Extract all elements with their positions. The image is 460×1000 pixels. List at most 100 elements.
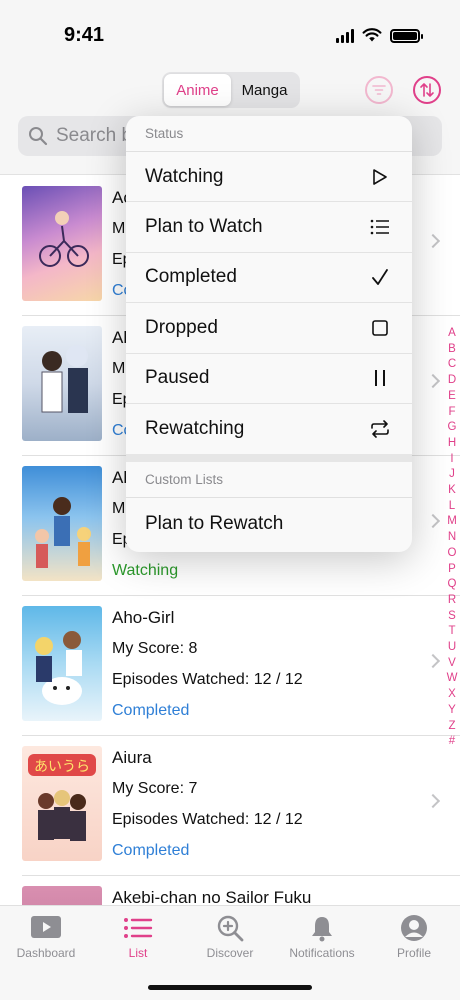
index-letter[interactable]: Z bbox=[448, 719, 455, 735]
item-title: Aho-Girl bbox=[112, 608, 175, 627]
repeat-icon bbox=[370, 419, 390, 439]
cover-image: あいうら bbox=[22, 746, 102, 861]
tab-label: Profile bbox=[396, 946, 431, 960]
item-episodes: Episodes Watched: 12 / 12 bbox=[112, 811, 303, 828]
index-letter[interactable]: B bbox=[448, 342, 456, 358]
menu-section-divider bbox=[126, 454, 412, 463]
menu-item-completed[interactable]: Completed bbox=[126, 253, 412, 304]
item-title: Al bbox=[112, 468, 128, 487]
tab-label: Discover bbox=[206, 946, 254, 960]
menu-item-label: Plan to Watch bbox=[145, 216, 263, 238]
index-letter[interactable]: E bbox=[448, 389, 456, 405]
index-letter[interactable]: G bbox=[448, 420, 457, 436]
index-letter[interactable]: X bbox=[448, 687, 456, 703]
index-letter[interactable]: F bbox=[448, 405, 455, 421]
bell-icon bbox=[312, 917, 332, 942]
svg-text:あいうら: あいうら bbox=[34, 759, 90, 775]
item-score: M bbox=[112, 500, 126, 517]
index-letter[interactable]: J bbox=[449, 467, 455, 483]
tab-label: List bbox=[128, 946, 148, 960]
tab-label: Dashboard bbox=[16, 946, 76, 960]
index-letter[interactable]: P bbox=[448, 562, 456, 578]
menu-item-paused[interactable]: Paused bbox=[126, 354, 412, 404]
profile-icon bbox=[401, 915, 427, 941]
square-icon bbox=[370, 318, 390, 338]
list-item[interactable]: Aho-Girl My Score: 8 Episodes Watched: 1… bbox=[22, 596, 460, 736]
index-letter[interactable]: H bbox=[448, 436, 456, 452]
item-score: M bbox=[112, 220, 126, 237]
menu-item-label: Paused bbox=[145, 367, 210, 389]
item-score: My Score: 7 bbox=[112, 780, 198, 797]
menu-item-label: Watching bbox=[145, 165, 224, 187]
checkmark-icon bbox=[370, 267, 390, 287]
list-icon bbox=[124, 918, 153, 938]
cover-image bbox=[22, 326, 102, 441]
battery-icon bbox=[390, 28, 423, 43]
index-letter[interactable]: M bbox=[447, 514, 457, 530]
index-letter[interactable]: # bbox=[449, 734, 455, 750]
menu-item-rewatching[interactable]: Rewatching bbox=[126, 404, 412, 454]
index-letter[interactable]: K bbox=[448, 483, 456, 499]
index-letter[interactable]: Q bbox=[448, 577, 457, 593]
menu-item-dropped[interactable]: Dropped bbox=[126, 303, 412, 354]
play-icon bbox=[370, 167, 390, 187]
chevron-right-icon bbox=[425, 233, 441, 249]
item-status: Completed bbox=[112, 702, 190, 719]
cover-image bbox=[22, 606, 102, 721]
index-letter[interactable]: D bbox=[448, 373, 456, 389]
status-icons bbox=[336, 28, 423, 43]
index-letter[interactable]: U bbox=[448, 640, 456, 656]
index-letter[interactable]: T bbox=[448, 624, 455, 640]
list-icon bbox=[370, 217, 390, 237]
filter-icon bbox=[372, 85, 386, 95]
search-icon bbox=[29, 127, 48, 146]
index-letter[interactable]: A bbox=[448, 326, 456, 342]
cover-image bbox=[22, 186, 102, 301]
status-dropdown-menu: Status Watching Plan to Watch Completed … bbox=[126, 116, 412, 552]
chevron-right-icon bbox=[425, 653, 441, 669]
wifi-icon bbox=[362, 28, 382, 42]
sort-button[interactable] bbox=[413, 76, 441, 104]
index-letter[interactable]: W bbox=[447, 671, 458, 687]
index-letter[interactable]: L bbox=[449, 499, 455, 515]
filter-button[interactable] bbox=[365, 76, 393, 104]
discover-icon bbox=[217, 915, 244, 942]
menu-item-watching[interactable]: Watching bbox=[126, 152, 412, 203]
tab-dashboard[interactable]: Dashboard bbox=[0, 906, 92, 1000]
menu-item-label: Dropped bbox=[145, 316, 218, 338]
index-letter[interactable]: V bbox=[448, 656, 456, 672]
index-letter[interactable]: R bbox=[448, 593, 456, 609]
tab-label: Notifications bbox=[289, 946, 355, 960]
menu-item-label: Plan to Rewatch bbox=[145, 512, 284, 534]
tab-profile[interactable]: Profile bbox=[368, 906, 460, 1000]
pause-icon bbox=[370, 368, 390, 388]
signal-icon bbox=[336, 28, 354, 43]
index-letter[interactable]: O bbox=[448, 546, 457, 562]
index-letter[interactable]: S bbox=[448, 609, 456, 625]
item-episodes: Episodes Watched: 12 / 12 bbox=[112, 671, 303, 688]
segment-manga[interactable]: Manga bbox=[231, 74, 298, 106]
index-letter[interactable]: I bbox=[450, 452, 453, 468]
status-time: 9:41 bbox=[64, 24, 105, 46]
item-score: M bbox=[112, 360, 126, 377]
index-letter[interactable]: Y bbox=[448, 703, 456, 719]
index-letter[interactable]: C bbox=[448, 357, 456, 373]
chevron-right-icon bbox=[425, 373, 441, 389]
list-item[interactable]: あいうら Aiura My Score: 7 Episodes Watched:… bbox=[22, 736, 460, 876]
index-letter[interactable]: N bbox=[448, 530, 456, 546]
media-type-segmented-control: Anime Manga bbox=[162, 72, 300, 108]
segment-anime[interactable]: Anime bbox=[164, 74, 231, 106]
item-status: Watching bbox=[112, 562, 179, 579]
item-title: Al bbox=[112, 328, 128, 347]
alphabet-index[interactable]: A B C D E F G H I J K L M N O P Q R S T U V W X Y Z # bbox=[444, 326, 460, 750]
item-status: Completed bbox=[112, 842, 190, 859]
menu-item-plan-to-rewatch[interactable]: Plan to Rewatch bbox=[126, 498, 412, 548]
status-bar: 9:41 bbox=[0, 0, 460, 70]
menu-item-plan-to-watch[interactable]: Plan to Watch bbox=[126, 202, 412, 253]
chevron-right-icon bbox=[425, 513, 441, 529]
chevron-right-icon bbox=[425, 793, 441, 809]
cover-image bbox=[22, 466, 102, 581]
item-score: My Score: 8 bbox=[112, 640, 198, 657]
menu-item-label: Rewatching bbox=[145, 418, 245, 440]
item-title: Aiura bbox=[112, 748, 152, 767]
